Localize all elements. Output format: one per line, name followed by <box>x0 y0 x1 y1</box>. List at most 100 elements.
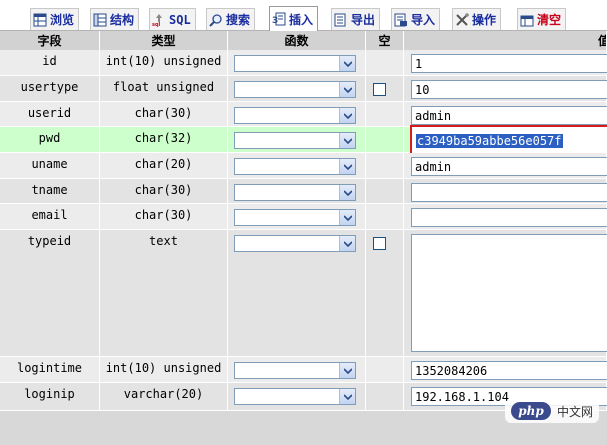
field-type-cell: char(20) <box>100 153 228 179</box>
field-name-cell: email <box>0 204 100 230</box>
function-select[interactable] <box>234 55 356 72</box>
field-type-cell: char(30) <box>100 102 228 127</box>
field-type: char(32) <box>134 131 193 145</box>
field-name: tname <box>31 183 68 197</box>
chevron-down-icon[interactable] <box>339 236 355 251</box>
field-name-cell: pwd <box>0 127 100 153</box>
chevron-down-icon[interactable] <box>339 82 355 97</box>
value-input[interactable]: 1 <box>411 54 607 73</box>
field-type-cell: text <box>100 230 228 357</box>
value-input[interactable]: admin <box>411 106 607 125</box>
import-icon <box>394 13 407 26</box>
chevron-down-icon[interactable] <box>339 159 355 174</box>
field-type-cell: char(32) <box>100 127 228 153</box>
field-name: pwd <box>38 131 61 145</box>
watermark-site: 中文网 <box>556 404 593 419</box>
tab-label: 结构 <box>110 13 135 27</box>
field-name-cell: id <box>0 50 100 76</box>
tab-search[interactable]: 搜索 <box>206 8 256 30</box>
null-cell <box>366 383 404 411</box>
field-name: id <box>42 54 57 68</box>
tab-label: 插入 <box>289 12 314 27</box>
value-cell: admin <box>404 153 607 179</box>
chevron-down-icon[interactable] <box>339 133 355 148</box>
value-input[interactable]: 1352084206 <box>411 361 607 380</box>
null-cell <box>366 76 404 102</box>
value-input[interactable]: 10 <box>411 80 607 99</box>
field-type: char(20) <box>134 157 193 171</box>
null-cell <box>366 230 404 357</box>
export-icon <box>334 13 346 26</box>
header-function: 函数 <box>228 31 366 50</box>
table-row: typeid text <box>0 230 607 357</box>
watermark: php 中文网 <box>504 399 599 423</box>
field-type-cell: float unsigned <box>100 76 228 102</box>
tab-structure[interactable]: 结构 <box>90 8 140 30</box>
table-row: id int(10) unsigned 1 <box>0 50 607 76</box>
function-cell <box>228 383 366 411</box>
header-type: 类型 <box>100 31 228 50</box>
tab-browse[interactable]: 浏览 <box>30 8 80 30</box>
header-value: 值 <box>404 31 607 50</box>
function-select[interactable] <box>234 107 356 124</box>
value-cell: 1 <box>404 50 607 76</box>
field-name: uname <box>31 157 68 171</box>
chevron-down-icon[interactable] <box>339 363 355 378</box>
value-textarea[interactable] <box>411 234 607 352</box>
insert-icon: 3 <box>272 12 286 26</box>
function-select[interactable] <box>234 235 356 252</box>
value-cell <box>404 204 607 230</box>
function-cell <box>228 127 366 153</box>
function-select[interactable] <box>234 362 356 379</box>
field-type-cell: char(30) <box>100 179 228 204</box>
operations-icon <box>456 12 469 26</box>
chevron-down-icon[interactable] <box>339 210 355 225</box>
tab-empty[interactable]: 清空 <box>517 8 567 30</box>
tab-export[interactable]: 导出 <box>331 8 381 30</box>
chevron-down-icon[interactable] <box>339 56 355 71</box>
field-name-cell: usertype <box>0 76 100 102</box>
chevron-down-icon[interactable] <box>339 108 355 123</box>
function-cell <box>228 204 366 230</box>
value-input[interactable] <box>411 208 607 227</box>
function-select[interactable] <box>234 158 356 175</box>
null-cell <box>366 179 404 204</box>
function-select[interactable] <box>234 184 356 201</box>
search-icon <box>209 13 222 27</box>
chevron-down-icon[interactable] <box>339 185 355 200</box>
watermark-logo: php <box>510 402 551 420</box>
tab-operations[interactable]: 操作 <box>452 8 502 30</box>
svg-text:sql: sql <box>152 22 161 27</box>
value-input[interactable]: admin <box>411 157 607 176</box>
field-type: text <box>149 234 178 248</box>
null-cell <box>366 204 404 230</box>
field-type-cell: int(10) unsigned <box>100 357 228 383</box>
function-select[interactable] <box>234 388 356 405</box>
tab-sql[interactable]: sql SQL <box>149 8 196 30</box>
field-name-cell: userid <box>0 102 100 127</box>
tab-label: 浏览 <box>50 13 75 27</box>
function-select[interactable] <box>234 132 356 149</box>
table-row: logintime int(10) unsigned 1352084206 <box>0 357 607 383</box>
value-input[interactable] <box>411 183 607 202</box>
table-row: uname char(20) admin <box>0 153 607 179</box>
function-select[interactable] <box>234 209 356 226</box>
null-cell <box>366 50 404 76</box>
chevron-down-icon[interactable] <box>339 389 355 404</box>
tab-label: 导入 <box>411 13 436 27</box>
field-type: char(30) <box>134 183 193 197</box>
field-name-cell: uname <box>0 153 100 179</box>
selected-value-text: c3949ba59abbe56e057f <box>416 134 563 148</box>
tab-import[interactable]: 导入 <box>391 8 441 30</box>
field-type-cell: int(10) unsigned <box>100 50 228 76</box>
tab-label: 导出 <box>351 13 376 27</box>
function-select[interactable] <box>234 81 356 98</box>
function-cell <box>228 179 366 204</box>
field-type: char(30) <box>134 106 193 120</box>
null-cell <box>366 153 404 179</box>
tab-insert[interactable]: 3 插入 <box>269 6 319 31</box>
function-cell <box>228 102 366 127</box>
null-checkbox[interactable] <box>373 83 386 96</box>
field-type-cell: varchar(20) <box>100 383 228 411</box>
null-checkbox[interactable] <box>373 237 386 250</box>
